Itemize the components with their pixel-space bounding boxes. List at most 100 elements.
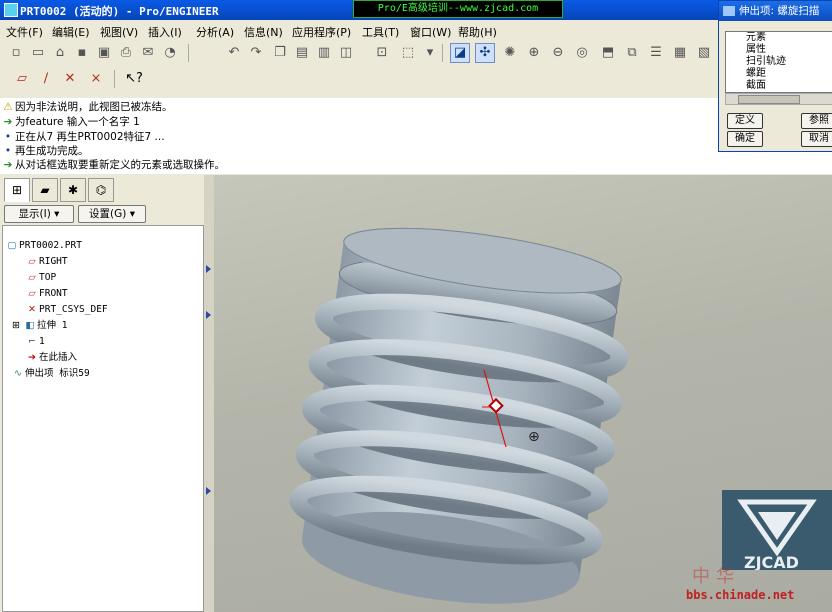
mirror-icon[interactable]: ◫	[336, 43, 356, 63]
chevron-down-icon[interactable]: ▾	[420, 43, 440, 63]
refit-icon[interactable]: ◎	[572, 43, 592, 63]
open-icon[interactable]: ▭	[28, 43, 48, 63]
arrow-icon: ➔	[3, 116, 13, 128]
repaint-icon[interactable]: ◪	[450, 43, 470, 63]
csys-display-icon[interactable]: ⨯	[86, 69, 106, 89]
save-as-icon[interactable]: ▣	[94, 43, 114, 63]
collapse-arrow-icon[interactable]	[206, 265, 211, 273]
message-area: ⚠ 因为非法说明，此视图已被冻结。 ➔ 为feature 输入一个名字 1 • 正在从…	[0, 98, 832, 174]
settings-dropdown[interactable]: 设置(G) ▾	[78, 205, 146, 223]
refs-button[interactable]: 参照	[801, 113, 832, 129]
define-button[interactable]: 定义	[727, 113, 763, 129]
datum-point-display-icon[interactable]: ✕	[60, 69, 80, 89]
collapse-arrow-icon[interactable]	[206, 311, 211, 319]
paste-icon[interactable]: ▤	[292, 43, 312, 63]
arrow-icon: ➔	[3, 159, 13, 171]
tree-item[interactable]: ▱ RIGHT	[25, 254, 67, 269]
tree-item[interactable]: ⊞ ◧ 拉伸 1	[9, 318, 67, 333]
sweep-icon: ∿	[14, 368, 22, 379]
extrude-icon: ◧	[25, 320, 35, 331]
svg-text:ZJCAD: ZJCAD	[744, 553, 799, 570]
new-icon[interactable]: ▫	[6, 43, 26, 63]
save-icon[interactable]: ▪	[72, 43, 92, 63]
tree-item[interactable]: ➔ 在此插入	[25, 350, 77, 365]
tree-item[interactable]: ▱ FRONT	[25, 286, 67, 301]
cancel-button[interactable]: 取消	[801, 131, 832, 147]
send-icon[interactable]: ✉	[138, 43, 158, 63]
print-icon[interactable]: ⎙	[116, 43, 136, 63]
menu-file[interactable]: 文件(F)	[6, 24, 43, 40]
copy-icon[interactable]: ❐	[270, 43, 290, 63]
list-item[interactable]: 螺距	[746, 68, 766, 80]
zoom-out-icon[interactable]: ⊖	[548, 43, 568, 63]
lock-icon[interactable]: ◔	[160, 43, 180, 63]
sketch-icon: ⌐	[28, 336, 36, 347]
toolbar-separator	[442, 44, 443, 62]
datum-plane-display-icon[interactable]: ▱	[12, 69, 32, 89]
message-line: • 正在从7 再生PRT0002特征7 ...	[2, 130, 165, 144]
menu-view[interactable]: 视图(V)	[100, 24, 138, 40]
list-item[interactable]: 属性	[746, 44, 766, 56]
list-scrollbar[interactable]	[725, 93, 832, 105]
element-list[interactable]: 元素 属性 扫引轨迹 螺距 截面	[725, 31, 832, 93]
show-dropdown[interactable]: 显示(I) ▾	[4, 205, 74, 223]
message-line: ➔ 为feature 输入一个名字 1	[3, 116, 140, 128]
tab-favorites[interactable]: ✱	[60, 178, 86, 202]
connection-icon: ⌬	[95, 183, 107, 197]
tree-item[interactable]: ⌐ 1	[25, 334, 45, 349]
view-manager-icon[interactable]: ▦	[670, 43, 690, 63]
menu-info[interactable]: 信息(N)	[244, 24, 283, 40]
zoom-in-icon[interactable]: ⊕	[524, 43, 544, 63]
menu-insert[interactable]: 插入(I)	[148, 24, 182, 40]
menu-analysis[interactable]: 分析(A)	[196, 24, 234, 40]
find-icon[interactable]: ⊡	[372, 43, 392, 63]
redo-icon[interactable]: ↷	[246, 43, 266, 63]
tab-folder-browser[interactable]: ▰	[32, 178, 58, 202]
spin-center-icon[interactable]: ✣	[475, 43, 495, 63]
watermark-url: bbs.chinade.net	[686, 588, 795, 602]
main-toolbar: ▫ ▭ ⌂ ▪ ▣ ⎙ ✉ ◔ ↶ ↷ ❐ ▤ ▥ ◫ ⊡ ⬚ ▾ ◪ ✣ ✺ …	[0, 40, 720, 66]
orient-mode-icon[interactable]: ✺	[500, 43, 520, 63]
reorient-icon[interactable]: ⬒	[598, 43, 618, 63]
list-item[interactable]: 截面	[746, 80, 766, 92]
ok-button[interactable]: 确定	[727, 131, 763, 147]
menu-tools[interactable]: 工具(T)	[362, 24, 399, 40]
expand-icon[interactable]: ⊞	[9, 318, 23, 333]
menu-applications[interactable]: 应用程序(P)	[292, 24, 351, 40]
tree-item[interactable]: ▢ PRT0002.PRT	[5, 238, 82, 253]
context-help-icon[interactable]: ↖?	[124, 69, 144, 89]
tab-connections[interactable]: ⌬	[88, 178, 114, 202]
select-box-icon[interactable]: ⬚	[398, 43, 418, 63]
scrollbar-thumb[interactable]	[738, 95, 800, 104]
panel-splitter[interactable]	[204, 175, 214, 612]
model-tree-icon: ⊞	[11, 183, 23, 197]
menu-edit[interactable]: 编辑(E)	[52, 24, 90, 40]
tree-item[interactable]: ∿ 伸出项 标识59	[11, 366, 90, 381]
undo-icon[interactable]: ↶	[224, 43, 244, 63]
datum-plane-icon: ▱	[28, 288, 36, 299]
tree-item[interactable]: ✕ PRT_CSYS_DEF	[25, 302, 108, 317]
datum-plane-icon: ▱	[28, 256, 36, 267]
collapse-arrow-icon[interactable]	[206, 487, 211, 495]
saved-views-icon[interactable]: ⧉	[622, 43, 642, 63]
zjcad-logo: ZJCAD	[722, 490, 832, 572]
part-icon: ▢	[7, 240, 17, 251]
datum-plane-icon: ▱	[28, 272, 36, 283]
triangle-logo-icon: ZJCAD	[737, 499, 817, 572]
helical-sweep-dialog: 伸出项: 螺旋扫描 元素 属性 扫引轨迹 螺距 截面 定义 参照 确定 取消	[718, 0, 832, 152]
paste-special-icon[interactable]: ▥	[314, 43, 334, 63]
tab-model-tree[interactable]: ⊞	[4, 178, 30, 202]
dialog-title-bar[interactable]: 伸出项: 螺旋扫描	[719, 1, 832, 21]
list-item[interactable]: 扫引轨迹	[746, 56, 786, 68]
open-folder-icon[interactable]: ⌂	[50, 43, 70, 63]
display-style-icon[interactable]: ▧	[694, 43, 714, 63]
chevron-down-icon: ▾	[54, 208, 60, 220]
menu-window[interactable]: 窗口(W)	[410, 24, 451, 40]
tree-item[interactable]: ▱ TOP	[25, 270, 56, 285]
message-line: ➔ 从对话框选取要重新定义的元素或选取操作。	[3, 159, 225, 171]
menu-help[interactable]: 帮助(H)	[458, 24, 497, 40]
datum-axis-display-icon[interactable]: ∕	[36, 69, 56, 89]
graphics-window[interactable]: ⊕ ZJCAD	[214, 175, 832, 612]
layers-icon[interactable]: ☰	[646, 43, 666, 63]
spin-cursor-icon: ⊕	[528, 429, 540, 445]
